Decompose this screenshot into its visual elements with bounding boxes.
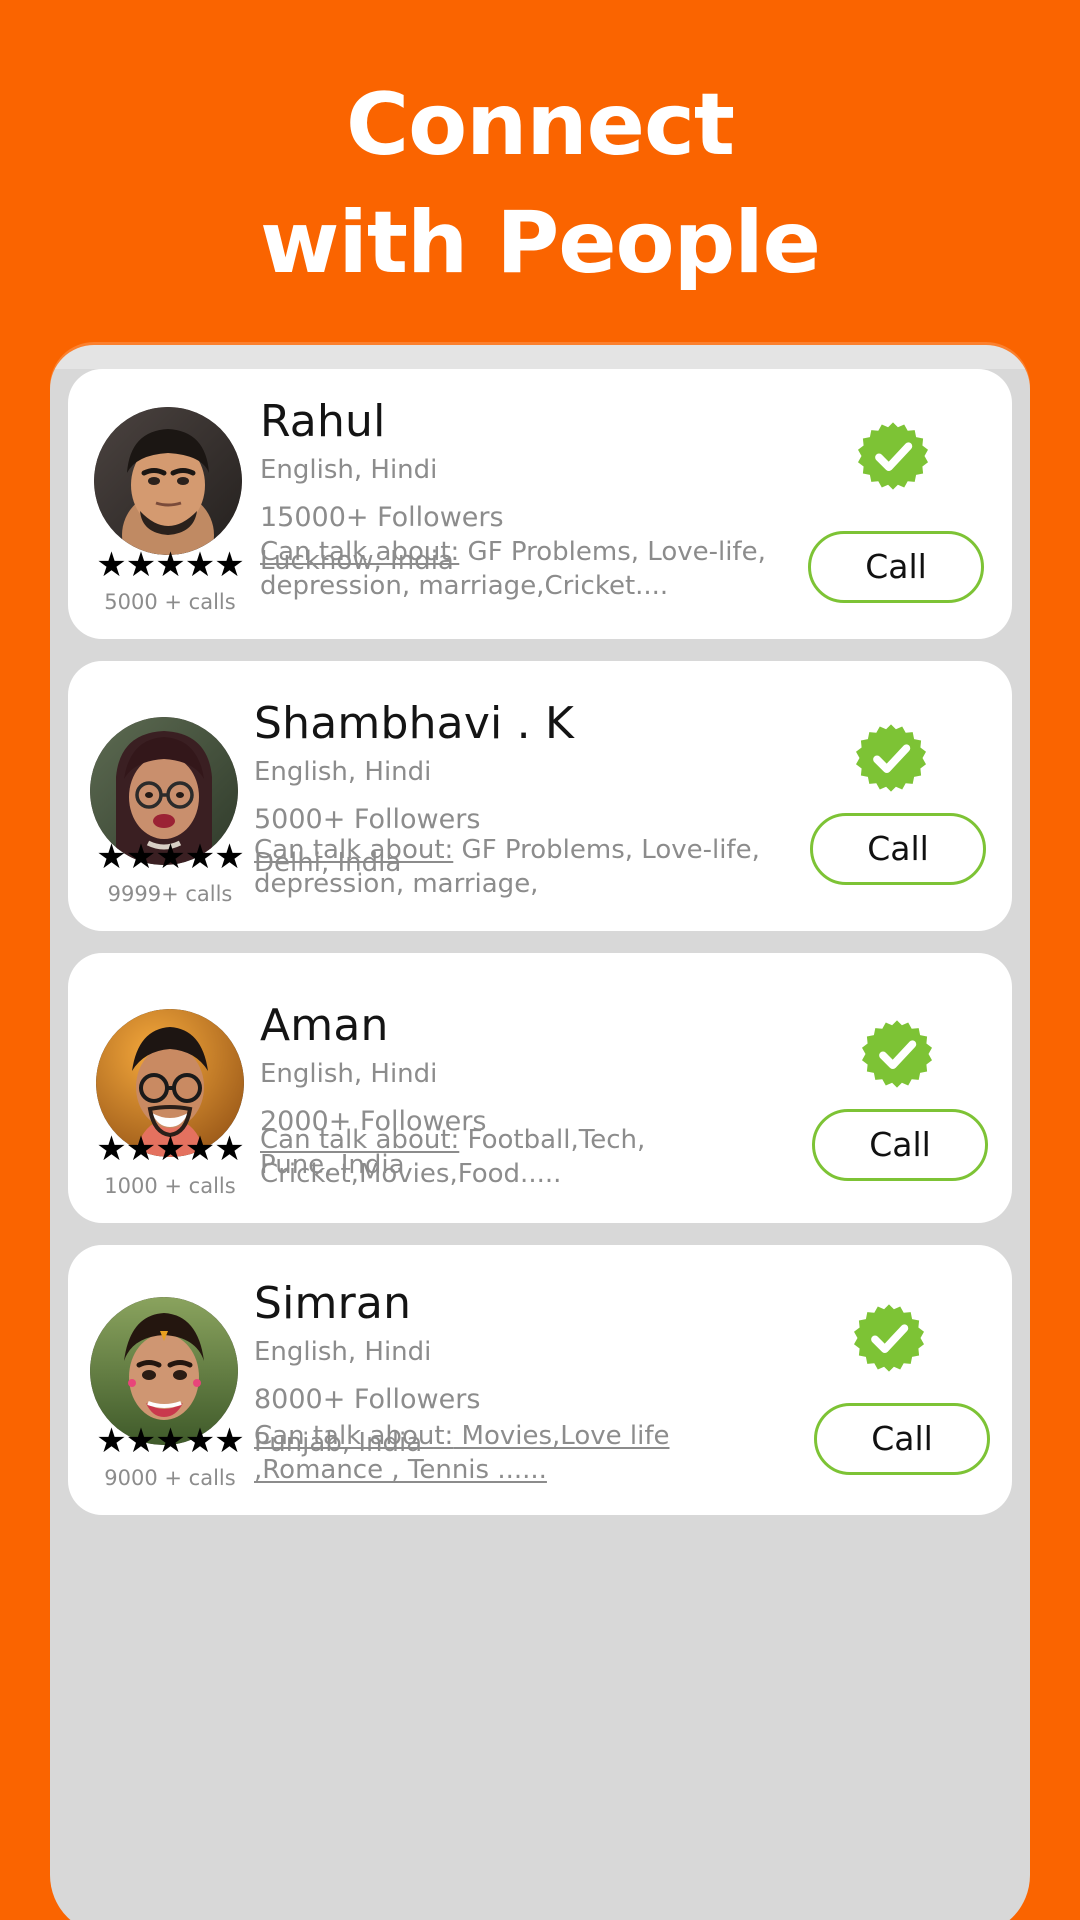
rating-block: ★★★★★ 9000 + calls	[90, 1421, 250, 1493]
call-button[interactable]: Call	[812, 1109, 988, 1181]
profile-card[interactable]: Shambhavi . K English, Hindi 5000+ Follo…	[68, 661, 1012, 931]
talk-about: Can talk about: GF Problems, Love-life, …	[260, 535, 780, 603]
talk-about-label: Can talk about:	[260, 1125, 460, 1155]
call-button[interactable]: Call	[808, 531, 984, 603]
call-button[interactable]: Call	[814, 1403, 990, 1475]
verified-check-badge-icon	[862, 1019, 932, 1089]
profile-languages: English, Hindi	[260, 1059, 438, 1089]
profile-languages: English, Hindi	[254, 757, 432, 787]
profile-languages: English, Hindi	[254, 1337, 432, 1367]
talk-about: Can talk about: Movies,Love life ,Romanc…	[254, 1419, 792, 1487]
talk-about-label: Can talk about:	[254, 1421, 454, 1451]
talk-about-label: Can talk about:	[260, 537, 460, 567]
profile-card[interactable]: Simran English, Hindi 8000+ Followers Pu…	[68, 1245, 1012, 1515]
profile-list-panel: Rahul English, Hindi 15000+ Followers Lu…	[50, 345, 1030, 1920]
calls-count: 5000 + calls	[104, 590, 236, 614]
talk-about-label: Can talk about:	[254, 835, 454, 865]
rating-block: ★★★★★ 9999+ calls	[90, 837, 250, 909]
profile-list: Rahul English, Hindi 15000+ Followers Lu…	[50, 369, 1030, 1920]
calls-count: 1000 + calls	[104, 1174, 236, 1198]
profile-name: Simran	[254, 1278, 412, 1329]
profile-name: Aman	[260, 1000, 389, 1051]
talk-about: Can talk about: Football,Tech, Cricket,M…	[260, 1123, 780, 1191]
calls-count: 9999+ calls	[107, 882, 233, 906]
profile-name: Rahul	[260, 396, 386, 447]
profile-card[interactable]: Rahul English, Hindi 15000+ Followers Lu…	[68, 369, 1012, 639]
headline-line-1: Connect	[345, 75, 735, 175]
rating-block: ★★★★★ 1000 + calls	[90, 1129, 250, 1201]
headline-line-2: with People	[259, 193, 821, 293]
star-icon: ★★★★★	[96, 1421, 244, 1461]
profile-followers: 8000+ Followers	[254, 1384, 481, 1415]
call-button[interactable]: Call	[810, 813, 986, 885]
star-icon: ★★★★★	[96, 1129, 244, 1169]
star-icon: ★★★★★	[96, 837, 244, 877]
verified-check-badge-icon	[858, 421, 928, 491]
talk-about: Can talk about: GF Problems, Love-life, …	[254, 833, 780, 901]
verified-check-badge-icon	[854, 1303, 924, 1373]
page-title: Connect with People	[0, 0, 1080, 302]
profile-followers: 15000+ Followers	[260, 502, 504, 533]
calls-count: 9000 + calls	[104, 1466, 236, 1490]
rating-block: ★★★★★ 5000 + calls	[90, 545, 250, 617]
verified-check-badge-icon	[856, 723, 926, 793]
profile-card[interactable]: Aman English, Hindi 2000+ Followers Pune…	[68, 953, 1012, 1223]
star-icon: ★★★★★	[96, 545, 244, 585]
avatar	[94, 407, 242, 555]
profile-name: Shambhavi . K	[254, 698, 575, 749]
profile-languages: English, Hindi	[260, 455, 438, 485]
